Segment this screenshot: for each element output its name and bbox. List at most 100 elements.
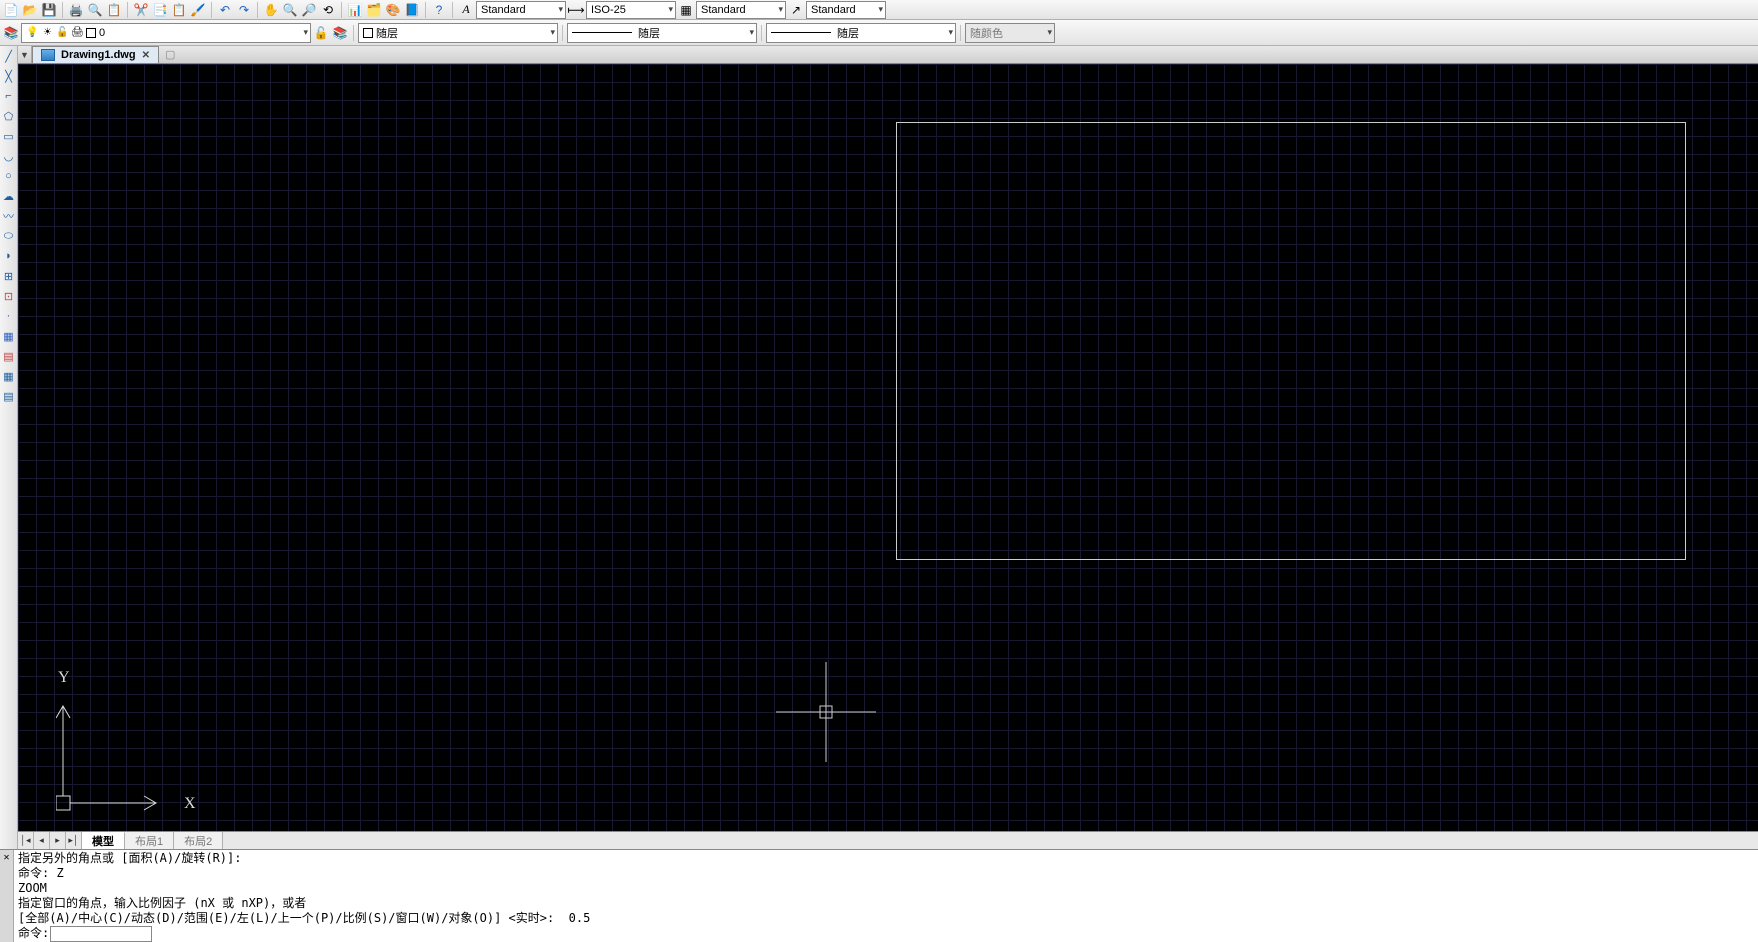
tab-model-label: 模型 <box>92 833 114 849</box>
tablestyle-icon[interactable]: ▦ <box>677 1 695 19</box>
cmd-line-1: 指定另外的角点或 [面积(A)/旋转(R)]: <box>18 851 241 865</box>
tab-layout1[interactable]: 布局1 <box>125 832 174 849</box>
toolpalette-icon[interactable]: 🎨 <box>384 1 402 19</box>
linetype-dropdown[interactable]: 随层 <box>567 23 757 43</box>
zoom-prev-icon[interactable]: ⟲ <box>319 1 337 19</box>
redo-icon[interactable]: ↷ <box>235 1 253 19</box>
sheetset-icon[interactable]: 📘 <box>403 1 421 19</box>
ellipse-tool-icon[interactable]: ⬭ <box>1 228 17 244</box>
dwg-file-icon <box>41 49 55 61</box>
nav-next-icon[interactable]: ▸ <box>50 832 66 849</box>
tab-list-dropdown[interactable]: ▼ <box>18 46 32 63</box>
dimstyle-dropdown[interactable]: ISO-25 <box>586 1 676 19</box>
gradient-tool-icon[interactable]: ▤ <box>1 348 17 364</box>
undo-icon[interactable]: ↶ <box>216 1 234 19</box>
cmd-prompt: 命令: <box>18 926 49 941</box>
tab-model[interactable]: 模型 <box>82 832 125 849</box>
layer-state-icons: 💡 ☀ 🔓 🖨 <box>26 26 99 39</box>
command-close-icon[interactable]: ✕ <box>0 850 14 942</box>
layer-prev-icon[interactable]: 🔓 <box>312 24 330 42</box>
lineweight-value: 随层 <box>837 25 859 41</box>
polyline-tool-icon[interactable]: ⌐ <box>1 88 17 104</box>
spline-tool-icon[interactable]: 〰 <box>1 208 17 224</box>
pan-icon[interactable]: ✋ <box>262 1 280 19</box>
sun-icon: ☀ <box>41 26 54 39</box>
nav-first-icon[interactable]: │◂ <box>18 832 34 849</box>
layer-value: 0 <box>99 27 105 39</box>
line-tool-icon[interactable]: ╱ <box>1 48 17 64</box>
selection-rectangle <box>896 122 1686 560</box>
nav-prev-icon[interactable]: ◂ <box>34 832 50 849</box>
tablestyle-dropdown[interactable]: Standard <box>696 1 786 19</box>
tablestyle-value: Standard <box>701 4 746 16</box>
command-history: 指定另外的角点或 [面积(A)/旋转(R)]: 命令: Z ZOOM 指定窗口的… <box>14 850 1758 942</box>
ucs-icon: X Y <box>56 646 216 816</box>
new-file-icon[interactable]: 📄 <box>2 1 20 19</box>
match-props-icon[interactable]: 🖌️ <box>189 1 207 19</box>
print-icon[interactable]: 🖨️ <box>67 1 85 19</box>
color-swatch-icon <box>363 28 373 38</box>
lightbulb-icon: 💡 <box>26 26 39 39</box>
open-file-icon[interactable]: 📂 <box>21 1 39 19</box>
print-preview-icon[interactable]: 🔍 <box>86 1 104 19</box>
copy-icon[interactable]: 📑 <box>151 1 169 19</box>
paste-icon[interactable]: 📋 <box>170 1 188 19</box>
save-icon[interactable]: 💾 <box>40 1 58 19</box>
help-icon[interactable]: ? <box>430 1 448 19</box>
nav-last-icon[interactable]: ▸│ <box>66 832 82 849</box>
linetype-sample <box>572 32 632 33</box>
file-tab-label: Drawing1.dwg <box>61 49 136 61</box>
draw-toolbox: ╱ ╳ ⌐ ⬠ ▭ ◡ ○ ☁ 〰 ⬭ ◗ ⊞ ⊡ · ▦ ▤ ▦ ▤ <box>0 46 18 849</box>
ucs-y-label: Y <box>58 669 70 686</box>
zoom-window-icon[interactable]: 🔎 <box>300 1 318 19</box>
point-tool-icon[interactable]: · <box>1 308 17 324</box>
circle-tool-icon[interactable]: ○ <box>1 168 17 184</box>
dimstyle-value: ISO-25 <box>591 4 626 16</box>
zoom-realtime-icon[interactable]: 🔍 <box>281 1 299 19</box>
lock-icon: 🔓 <box>56 26 69 39</box>
revcloud-tool-icon[interactable]: ☁ <box>1 188 17 204</box>
layerprops-icon[interactable]: 📚 <box>2 24 20 42</box>
table-tool-icon[interactable]: ▤ <box>1 388 17 404</box>
cut-icon[interactable]: ✂️ <box>132 1 150 19</box>
cmd-line-2: 命令: Z <box>18 866 64 880</box>
cmd-line-4: 指定窗口的角点，输入比例因子 (nX 或 nXP)，或者 <box>18 896 306 910</box>
plotstyle-dropdown[interactable]: 随颜色 <box>965 23 1055 43</box>
mleaderstyle-icon[interactable]: ↗ <box>787 1 805 19</box>
rectangle-tool-icon[interactable]: ▭ <box>1 128 17 144</box>
region-tool-icon[interactable]: ▦ <box>1 368 17 384</box>
lineweight-dropdown[interactable]: 随层 <box>766 23 956 43</box>
ellipsearc-tool-icon[interactable]: ◗ <box>1 248 17 264</box>
cmd-line-3: ZOOM <box>18 881 47 895</box>
dimstyle-icon[interactable]: ⟼ <box>567 1 585 19</box>
toolbar-file-row: 📄 📂 💾 🖨️ 🔍 📋 ✂️ 📑 📋 🖌️ ↶ ↷ ✋ 🔍 🔎 ⟲ 📊 🗂️ … <box>0 0 1758 20</box>
drawing-canvas[interactable]: X Y <box>18 64 1758 831</box>
toolbar-layer-row: 📚 💡 ☀ 🔓 🖨 0 🔓 📚 随层 随层 随层 随颜色 <box>0 20 1758 46</box>
textstyle-icon[interactable]: A <box>457 1 475 19</box>
plot-icon[interactable]: 📋 <box>105 1 123 19</box>
tab-close-icon[interactable]: ✕ <box>142 50 150 61</box>
arc-tool-icon[interactable]: ◡ <box>1 148 17 164</box>
designcenter-icon[interactable]: 🗂️ <box>365 1 383 19</box>
tab-add-icon[interactable]: ▢ <box>159 46 181 63</box>
insert-tool-icon[interactable]: ⊞ <box>1 268 17 284</box>
mleaderstyle-dropdown[interactable]: Standard <box>806 1 886 19</box>
polygon-tool-icon[interactable]: ⬠ <box>1 108 17 124</box>
hatch-tool-icon[interactable]: ▦ <box>1 328 17 344</box>
color-dropdown[interactable]: 随层 <box>358 23 558 43</box>
layer-dropdown[interactable]: 💡 ☀ 🔓 🖨 0 <box>21 23 311 43</box>
plot-layer-icon: 🖨 <box>71 26 84 39</box>
color-value: 随层 <box>376 25 398 41</box>
tab-layout1-label: 布局1 <box>135 833 163 849</box>
drawing-zone: ▼ Drawing1.dwg ✕ ▢ X Y <box>18 46 1758 849</box>
file-tab-active[interactable]: Drawing1.dwg ✕ <box>32 46 159 63</box>
layer-state-icon[interactable]: 📚 <box>331 24 349 42</box>
command-input[interactable] <box>51 927 151 941</box>
textstyle-dropdown[interactable]: Standard <box>476 1 566 19</box>
xline-tool-icon[interactable]: ╳ <box>1 68 17 84</box>
layer-color-swatch <box>86 28 96 38</box>
tab-layout2[interactable]: 布局2 <box>174 832 223 849</box>
properties-icon[interactable]: 📊 <box>346 1 364 19</box>
block-tool-icon[interactable]: ⊡ <box>1 288 17 304</box>
textstyle-value: Standard <box>481 4 526 16</box>
